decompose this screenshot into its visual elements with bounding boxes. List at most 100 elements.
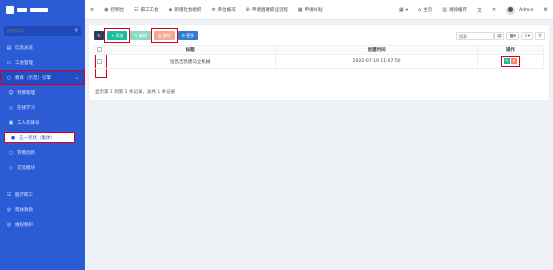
menu-toggle[interactable]: ≡: [85, 0, 99, 20]
refresh-icon: ↻: [97, 33, 101, 38]
advanced-search-button[interactable]: ⚲: [535, 32, 545, 40]
sidebar-item-union[interactable]: ▭ 工会管理: [0, 55, 85, 70]
menu-icon[interactable]: ≡: [90, 7, 94, 13]
translate-icon: 文: [476, 7, 482, 14]
topnav-org[interactable]: ◈ 新增社会组织: [164, 0, 207, 20]
logo-text-bar: [17, 8, 27, 12]
columns-button[interactable]: ▦▾: [506, 32, 519, 40]
more-button[interactable]: ⚙ 更多: [177, 31, 199, 40]
file-icon: ▤: [6, 44, 12, 51]
pencil-icon: ✎: [134, 33, 138, 38]
avatar: [506, 5, 516, 15]
circle-icon: ○: [8, 149, 14, 156]
column-header-title[interactable]: 标题: [103, 45, 277, 55]
sidebar-item-model-worker[interactable]: ☺ 劳模管理: [0, 85, 85, 100]
folder-icon: ▭: [6, 59, 12, 66]
sidebar-item-rights[interactable]: ◎ 维权保护: [0, 217, 85, 232]
column-header-created[interactable]: 创建时间: [275, 45, 478, 55]
flow-icon: ⊕: [245, 6, 250, 13]
export-icon: ⇩▾: [523, 33, 530, 39]
fullscreen-button[interactable]: ✕: [487, 0, 501, 20]
settings-button[interactable]: ⚙: [539, 0, 553, 20]
topnav-subsidy[interactable]: ▦ 申请补贴: [293, 0, 328, 20]
search-icon[interactable]: ⚲: [74, 28, 78, 34]
sidebar: ⚲ ▤ 信息总览 ▭ 工会管理 ○ 教育（示范）引擎 ⌄ ☺ 劳模管理 ◇ 在线…: [0, 0, 85, 270]
table-search-input[interactable]: [456, 32, 494, 40]
table-tools: ▤ ▦▾ ⇩▾ ⚲: [494, 32, 545, 40]
row-created: 2022-07-19 11:07:50: [275, 54, 478, 69]
circle-icon: ○: [6, 74, 12, 81]
users-icon: ☷: [134, 6, 139, 13]
sidebar-search-input[interactable]: [7, 28, 67, 34]
select-all-cell: [94, 45, 105, 55]
table-pagination-info: 显示第 1 到第 1 条记录，总共 1 条记录: [95, 90, 176, 95]
gear-icon: ✲: [211, 6, 216, 13]
sidebar-item-exchange[interactable]: ◇ 交流模块: [0, 160, 85, 175]
table-view-button[interactable]: ▤: [494, 32, 505, 40]
topnav-dashboard[interactable]: ◉ 控制台: [99, 0, 129, 20]
translate-button[interactable]: 文: [472, 0, 487, 20]
select-all-checkbox[interactable]: [97, 47, 102, 52]
home-link[interactable]: ⌂ 主页: [413, 0, 437, 20]
delete-button[interactable]: ▥ 删除: [153, 31, 175, 40]
table-toolbar: ↻ + 添加 ✎ 编辑 ▥ 删除 ⚙ 更多: [94, 28, 199, 43]
refresh-button[interactable]: ↻: [94, 31, 104, 40]
column-header-actions: 操作: [476, 45, 545, 55]
table-header-row: 标题 创建时间 操作: [94, 45, 545, 55]
logo-text-bar-2: [30, 8, 48, 12]
columns-icon: ▦▾: [509, 33, 516, 39]
flag-icon: ▣: [8, 119, 14, 126]
chevron-down-icon: ⌄: [74, 74, 79, 81]
topnav-union[interactable]: ☷ 职工工会: [129, 0, 163, 20]
chevron-down-icon: ▾: [405, 7, 409, 13]
sidebar-item-overview[interactable]: ▤ 信息总览: [0, 40, 85, 55]
diamond-icon: ◇: [9, 164, 13, 171]
sidebar-item-pioneer[interactable]: ▣ 工人先锋号: [0, 115, 85, 130]
add-button-highlight: + 添加: [103, 28, 131, 43]
edit-button[interactable]: ✎ 编辑: [130, 31, 151, 40]
brand: [0, 0, 85, 20]
plus-icon: +: [111, 33, 115, 38]
clear-cache[interactable]: ▥ 清除缓存: [437, 0, 472, 20]
row-actions-highlight: ✎ ✕: [500, 56, 520, 67]
sidebar-item-medical[interactable]: ☷ 医疗职工: [0, 187, 85, 202]
users-icon: ☷: [6, 191, 12, 198]
content-panel: ↻ +添加 ✎编辑 ▥删除 ⚙更多 ▤ ▦▾ ⇩▾ ⚲ 标题 创建时间 操作: [89, 25, 549, 100]
grid-icon: ▦: [399, 7, 404, 13]
topnav-unit[interactable]: ✲ 单位概况: [206, 0, 240, 20]
trash-icon: ▥: [442, 7, 447, 13]
sidebar-search[interactable]: ⚲: [4, 26, 81, 36]
export-button[interactable]: ⇩▾: [520, 32, 533, 40]
topbar: ≡ ◉ 控制台 ☷ 职工工会 ◈ 新增社会组织 ✲ 单位概况 ⊕ 申请困难职业流程 ▦ 申请…: [85, 0, 553, 20]
sidebar-item-aid[interactable]: ◎ 帮扶救助: [0, 202, 85, 217]
sidebar-item-education[interactable]: ○ 教育（示范）引擎 ⌄: [0, 70, 85, 85]
row-actions: ✎ ✕: [476, 54, 545, 69]
user-menu[interactable]: Admin: [501, 0, 538, 20]
org-icon: ◈: [168, 6, 173, 13]
row-checkbox[interactable]: [97, 58, 102, 64]
sidebar-item-online-learning[interactable]: ◇ 在线学习: [0, 100, 85, 115]
search-icon: ⚲: [538, 33, 542, 39]
doc-icon: ▦: [297, 6, 303, 13]
circle-icon: ●: [10, 134, 16, 141]
logo-icon: [6, 6, 14, 14]
add-button[interactable]: + 添加: [107, 31, 128, 40]
home-icon: ⌂: [418, 7, 422, 13]
user-icon: ☺: [8, 89, 14, 96]
topbar-right: ▦ ▾ ⌂ 主页 ▥ 清除缓存 文 ✕ Admin ⚙: [394, 0, 553, 20]
circle-icon: ◎: [6, 221, 12, 228]
dashboard-icon: ◉: [104, 6, 109, 13]
delete-button-highlight: ▥ 删除: [150, 28, 178, 43]
gear-icon: ⚙: [543, 7, 548, 13]
diamond-icon: ◇: [9, 104, 13, 111]
grid-menu[interactable]: ▦ ▾: [394, 0, 413, 20]
row-title: 恒昌吉凯建马立机械: [103, 54, 277, 69]
row-edit-button[interactable]: ✎: [503, 58, 510, 65]
table-row: 恒昌吉凯建马立机械 2022-07-19 11:07:50 ✎ ✕: [94, 54, 545, 69]
data-table: 标题 创建时间 操作 恒昌吉凯建马立机械 2022-07-19 11:07:50…: [94, 45, 545, 69]
circle-icon: ◎: [6, 206, 12, 213]
sidebar-item-innovation[interactable]: ○ 劳模创新: [0, 145, 85, 160]
topnav-flow[interactable]: ⊕ 申请困难职业流程: [241, 0, 293, 20]
row-delete-button[interactable]: ✕: [510, 58, 517, 65]
sidebar-item-may-day-award[interactable]: ● 五一奖状（集体）: [4, 132, 75, 143]
